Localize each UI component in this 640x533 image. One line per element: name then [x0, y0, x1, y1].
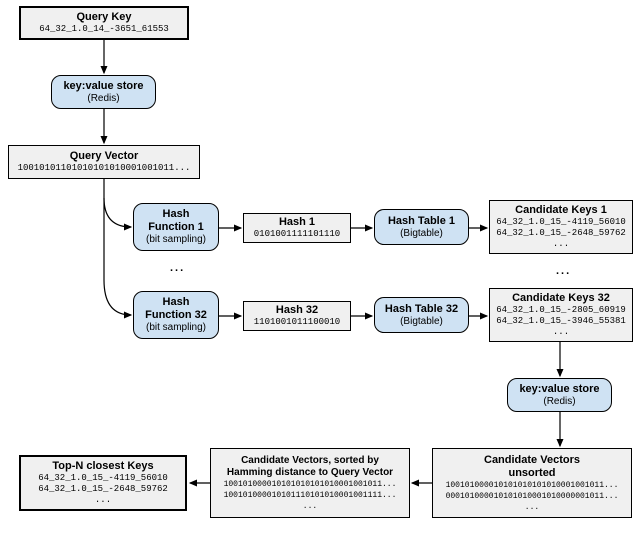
kv-store-top: key:value store (Redis)	[51, 75, 156, 109]
cand-vec-unsorted-v2: 000101000010101010001010000001011...	[446, 491, 619, 502]
hash-fn-1: Hash Function 1 (bit sampling)	[133, 203, 219, 251]
hash-table-32-sub: (Bigtable)	[400, 316, 443, 328]
cand-keys-32-ell: ...	[553, 327, 569, 338]
hash-fn-1-t2: Function 1	[148, 221, 204, 234]
hash-1-value: 0101001111101110	[254, 229, 340, 240]
topn-v2: 64_32_1.0_15_-2648_59762	[38, 484, 168, 495]
cand-vec-sorted: Candidate Vectors, sorted by Hamming dis…	[210, 448, 410, 518]
hash-1-box: Hash 1 0101001111101110	[243, 213, 351, 243]
topn-ell: ...	[95, 495, 111, 506]
cand-keys-32-v2: 64_32_1.0_15_-3946_55381	[496, 316, 626, 327]
hash-fn-32: Hash Function 32 (bit sampling)	[133, 291, 219, 339]
kv-store-2-title: key:value store	[519, 383, 599, 396]
hash-table-32-title: Hash Table 32	[385, 303, 458, 316]
kv-store-bottom: key:value store (Redis)	[507, 378, 612, 412]
hash-table-32: Hash Table 32 (Bigtable)	[374, 297, 469, 333]
kv-store-title: key:value store	[63, 80, 143, 93]
cand-vec-sorted-ell: ...	[303, 501, 317, 512]
query-vector-title: Query Vector	[70, 150, 138, 163]
cand-keys-1-ell: ...	[553, 239, 569, 250]
hash-table-1-sub: (Bigtable)	[400, 228, 443, 240]
hash-1-title: Hash 1	[279, 216, 315, 229]
hash-fn-32-t2: Function 32	[145, 309, 207, 322]
cand-vec-unsorted-t2: unsorted	[508, 467, 555, 480]
hash-fn-32-sub: (bit sampling)	[146, 322, 206, 334]
hash-table-1: Hash Table 1 (Bigtable)	[374, 209, 469, 245]
cand-vec-sorted-v2: 100101000010101110101010001001111...	[224, 490, 397, 501]
kv-store-2-sub: (Redis)	[543, 396, 575, 408]
topn-box: Top-N closest Keys 64_32_1.0_15_-4119_56…	[19, 455, 187, 511]
cand-keys-32-v1: 64_32_1.0_15_-2805_60919	[496, 305, 626, 316]
cand-vec-sorted-l2: Hamming distance to Query Vector	[227, 467, 393, 479]
hash-fn-32-t1: Hash	[163, 296, 190, 309]
cand-keys-1-v2: 64_32_1.0_15_-2648_59762	[496, 228, 626, 239]
cand-keys-32: Candidate Keys 32 64_32_1.0_15_-2805_609…	[489, 288, 633, 342]
kv-store-sub: (Redis)	[87, 93, 119, 105]
hash-fn-1-t1: Hash	[163, 208, 190, 221]
cand-keys-1-title: Candidate Keys 1	[515, 204, 607, 217]
cand-vec-unsorted-t1: Candidate Vectors	[484, 454, 580, 467]
query-vector-box: Query Vector 100101011010101010100010010…	[8, 145, 200, 179]
topn-title: Top-N closest Keys	[52, 460, 153, 473]
cand-vec-sorted-l1: Candidate Vectors, sorted by	[241, 455, 379, 467]
cand-vec-unsorted-ell: ...	[525, 502, 539, 513]
hash-32-box: Hash 32 1101001011100010	[243, 301, 351, 331]
hash-32-title: Hash 32	[276, 304, 318, 317]
cand-keys-32-title: Candidate Keys 32	[512, 292, 610, 305]
query-vector-value: 10010101101010101010001001011...	[18, 163, 191, 174]
hash-table-1-title: Hash Table 1	[388, 215, 455, 228]
cand-vec-unsorted: Candidate Vectors unsorted 1001010000101…	[432, 448, 632, 518]
query-key-title: Query Key	[76, 11, 131, 24]
hash-fn-1-sub: (bit sampling)	[146, 234, 206, 246]
cand-vec-sorted-v1: 100101000010101010101010001001011...	[224, 479, 397, 490]
cand-keys-1: Candidate Keys 1 64_32_1.0_15_-4119_5601…	[489, 200, 633, 254]
ellipsis-hash-fns: ...	[170, 262, 185, 274]
query-key-value: 64_32_1.0_14_-3651_61553	[39, 24, 169, 35]
topn-v1: 64_32_1.0_15_-4119_56010	[38, 473, 168, 484]
ellipsis-cand-keys: ...	[556, 265, 571, 277]
cand-vec-unsorted-v1: 100101000010101010101010001001011...	[446, 480, 619, 491]
hash-32-value: 1101001011100010	[254, 317, 340, 328]
cand-keys-1-v1: 64_32_1.0_15_-4119_56010	[496, 217, 626, 228]
query-key-box: Query Key 64_32_1.0_14_-3651_61553	[19, 6, 189, 40]
